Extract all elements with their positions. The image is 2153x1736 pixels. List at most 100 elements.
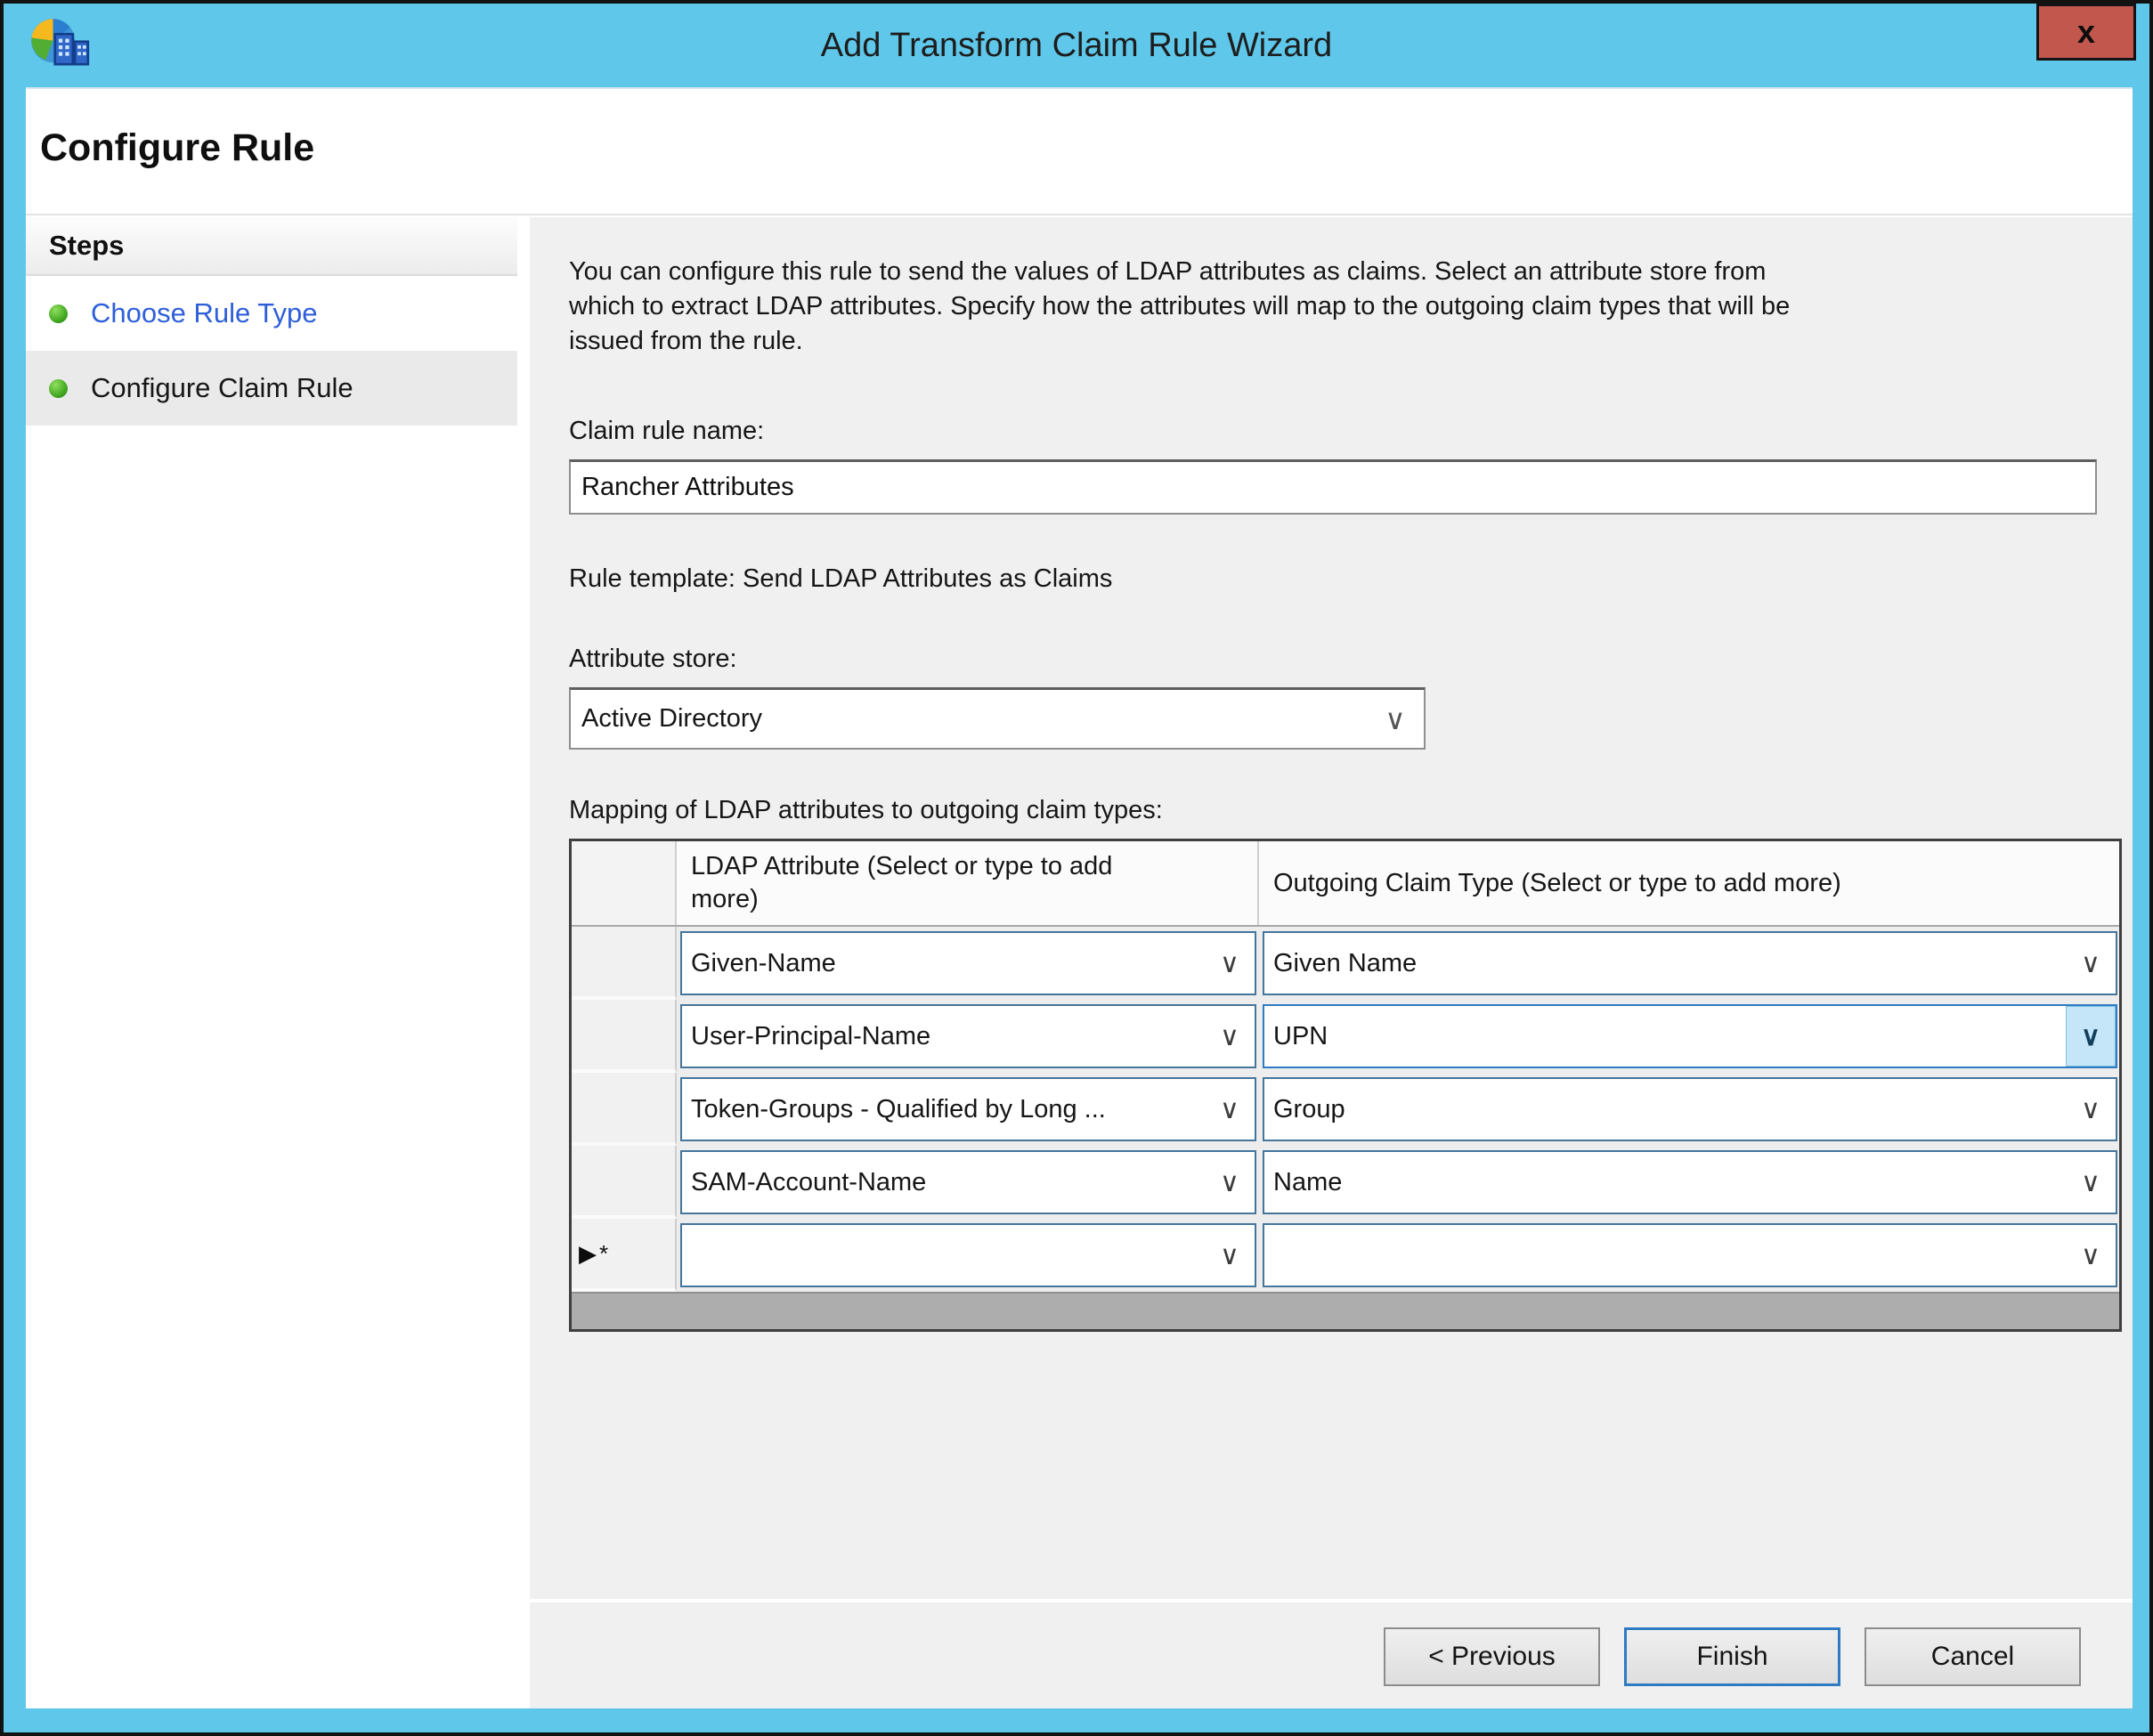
mapping-table-footer-strip (572, 1292, 2119, 1329)
client-area: Configure Rule Steps Choose Rule Type Con… (26, 87, 2133, 1708)
rule-description: You can configure this rule to send the … (569, 255, 1790, 359)
chevron-glyph: ∨ (1220, 1240, 1239, 1270)
cancel-button[interactable]: Cancel (1865, 1627, 2081, 1686)
row-selector-cell[interactable] (572, 1146, 677, 1219)
outgoing-claim-cell: Group ∨ (1259, 1073, 2119, 1146)
adfs-icon (31, 19, 90, 66)
mapping-row: Given-Name ∨ Given Name ∨ (572, 927, 2119, 1000)
outgoing-claim-combobox[interactable]: Given Name ∨ (1263, 931, 2117, 995)
row-selector-header (572, 841, 677, 925)
description-line: which to extract LDAP attributes. Specif… (569, 292, 1791, 320)
mapping-label: Mapping of LDAP attributes to outgoing c… (569, 796, 1163, 824)
chevron-glyph: ∨ (2081, 1021, 2100, 1051)
close-button[interactable]: x (2036, 4, 2136, 61)
combobox-value (682, 1225, 1205, 1286)
chevron-down-icon[interactable]: ∨ (2066, 933, 2116, 994)
page-title: Configure Rule (40, 126, 315, 169)
sidebar-step-choose-rule-type[interactable]: Choose Rule Type (26, 276, 517, 351)
mapping-row: User-Principal-Name ∨ UPN ∨ (572, 1000, 2119, 1073)
attribute-store-label: Attribute store: (569, 645, 737, 673)
finish-button[interactable]: Finish (1624, 1627, 1840, 1686)
combobox-value: SAM-Account-Name (691, 1167, 927, 1197)
ldap-attribute-cell: Token-Groups - Qualified by Long ... ∨ (677, 1073, 1259, 1146)
mapping-table-header: LDAP Attribute (Select or type to add mo… (572, 841, 2119, 927)
chevron-glyph: ∨ (2081, 948, 2100, 978)
outgoing-claim-cell: ∨ (1259, 1219, 2119, 1292)
rule-template-text: Rule template: Send LDAP Attributes as C… (569, 564, 1113, 593)
button-row: < Previous Finish Cancel (1384, 1627, 2081, 1686)
outgoing-claim-header: Outgoing Claim Type (Select or type to a… (1273, 868, 1841, 897)
combobox-value: Given Name (1273, 948, 1418, 978)
chevron-down-icon[interactable]: ∨ (1367, 702, 1424, 736)
outgoing-claim-combobox[interactable]: Name ∨ (1263, 1150, 2117, 1214)
ldap-attribute-combobox[interactable]: Given-Name ∨ (680, 931, 1256, 995)
outgoing-claim-cell: Given Name ∨ (1259, 927, 2119, 1000)
mapping-table-body: Given-Name ∨ Given Name ∨ User-Principal-Nam… (572, 927, 2119, 1292)
chevron-glyph: ∨ (2081, 1167, 2100, 1197)
ldap-attribute-cell: ∨ (677, 1219, 1259, 1292)
attribute-store-value: Active Directory (581, 704, 763, 733)
step-label: Choose Rule Type (91, 297, 318, 329)
chevron-down-icon[interactable]: ∨ (1205, 1079, 1255, 1140)
chevron-down-icon[interactable]: ∨ (2066, 1079, 2116, 1140)
step-label: Configure Claim Rule (91, 372, 353, 403)
chevron-down-icon[interactable]: ∨ (1205, 933, 1255, 994)
combobox-value (1264, 1225, 2066, 1286)
window-frame: Add Transform Claim Rule Wizard x Config… (0, 0, 2153, 1736)
row-selector-cell[interactable]: ▶* (572, 1219, 677, 1292)
claim-rule-name-label: Claim rule name: (569, 417, 765, 445)
chevron-glyph: ∨ (2081, 1240, 2100, 1270)
steps-list: Choose Rule Type Configure Claim Rule (26, 276, 517, 426)
outgoing-claim-combobox[interactable]: Group ∨ (1263, 1077, 2117, 1141)
chevron-glyph: ∨ (1220, 1021, 1239, 1051)
step-status-icon (49, 304, 68, 323)
row-selector-cell[interactable] (572, 1000, 677, 1073)
outgoing-claim-combobox[interactable]: ∨ (1263, 1223, 2117, 1287)
mapping-row: Token-Groups - Qualified by Long ... ∨ Gro… (572, 1073, 2119, 1146)
outgoing-claim-combobox[interactable]: UPN ∨ (1263, 1004, 2117, 1068)
chevron-glyph: ∨ (1220, 948, 1239, 978)
chevron-down-icon[interactable]: ∨ (2066, 1225, 2116, 1286)
content-panel: You can configure this rule to send the … (530, 217, 2133, 1708)
chevron-glyph: ∨ (2081, 1094, 2100, 1124)
chevron-down-icon[interactable]: ∨ (1205, 1225, 1255, 1286)
chevron-glyph: ∨ (1220, 1094, 1239, 1124)
description-line: You can configure this rule to send the … (569, 257, 1767, 286)
ldap-attribute-cell: SAM-Account-Name ∨ (677, 1146, 1259, 1219)
ldap-attribute-combobox[interactable]: Token-Groups - Qualified by Long ... ∨ (680, 1077, 1256, 1141)
window-title: Add Transform Claim Rule Wizard (820, 27, 1333, 64)
ldap-attribute-combobox[interactable]: ∨ (680, 1223, 1256, 1287)
mapping-row: SAM-Account-Name ∨ Name ∨ (572, 1146, 2119, 1219)
outgoing-claim-cell: UPN ∨ (1259, 1000, 2119, 1073)
mapping-row: ▶* ∨ ∨ (572, 1219, 2119, 1292)
mapping-table: LDAP Attribute (Select or type to add mo… (569, 839, 2122, 1332)
claim-rule-name-input[interactable] (569, 459, 2097, 515)
sidebar: Steps Choose Rule Type Configure Claim Ru… (26, 217, 517, 1708)
ldap-attribute-cell: Given-Name ∨ (677, 927, 1259, 1000)
chevron-down-icon[interactable]: ∨ (2066, 1006, 2116, 1067)
attribute-store-select[interactable]: Active Directory ∨ (569, 687, 1426, 750)
chevron-down-icon[interactable]: ∨ (2066, 1152, 2116, 1213)
ldap-attribute-combobox[interactable]: User-Principal-Name ∨ (680, 1004, 1256, 1068)
step-status-icon (49, 378, 68, 398)
titlebar: Add Transform Claim Rule Wizard x (4, 4, 2149, 87)
new-row-marker-icon: ▶* (579, 1239, 612, 1267)
chevron-glyph: ∨ (1220, 1167, 1239, 1197)
row-selector-cell[interactable] (572, 927, 677, 1000)
footer-separator (530, 1599, 2133, 1602)
chevron-down-icon[interactable]: ∨ (1205, 1152, 1255, 1213)
outgoing-claim-cell: Name ∨ (1259, 1146, 2119, 1219)
description-line: issued from the rule. (569, 327, 803, 355)
ldap-attribute-combobox[interactable]: SAM-Account-Name ∨ (680, 1150, 1256, 1214)
chevron-down-icon[interactable]: ∨ (1205, 1006, 1255, 1067)
sidebar-step-configure-claim-rule[interactable]: Configure Claim Rule (26, 351, 517, 426)
steps-title: Steps (26, 217, 517, 276)
combobox-value: Given-Name (691, 948, 836, 978)
combobox-value: Token-Groups - Qualified by Long ... (691, 1094, 1106, 1124)
ldap-attribute-cell: User-Principal-Name ∨ (677, 1000, 1259, 1073)
previous-button[interactable]: < Previous (1384, 1627, 1600, 1686)
row-selector-cell[interactable] (572, 1073, 677, 1146)
combobox-value: Group (1273, 1094, 1345, 1124)
combobox-value: Name (1273, 1167, 1343, 1197)
combobox-value: UPN (1273, 1021, 1328, 1051)
